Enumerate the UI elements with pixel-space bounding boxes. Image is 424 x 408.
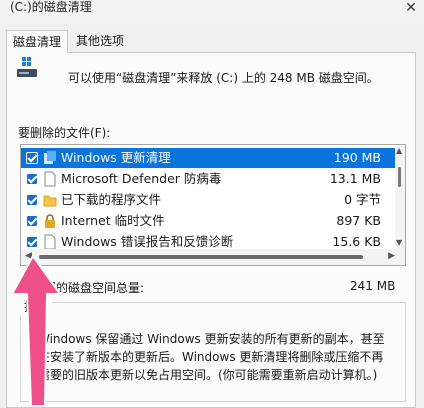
scroll-up-arrow-icon[interactable]: ▲ xyxy=(396,147,402,155)
checkbox[interactable] xyxy=(26,236,38,248)
files-listbox[interactable]: Windows 更新清理 190 MB Microsoft Defender 防… xyxy=(20,144,406,266)
item-name: 已下载的程序文件 xyxy=(61,192,162,207)
checkbox[interactable] xyxy=(26,173,38,185)
folder-icon xyxy=(43,195,57,207)
checkbox[interactable] xyxy=(26,215,38,227)
description-text: Windows 保留通过 Windows 更新安装的所有更新的副本，甚至在安装了… xyxy=(38,332,385,382)
windows-update-icon xyxy=(44,151,56,164)
horizontal-scrollbar[interactable]: ◀ ▶ xyxy=(21,249,405,265)
pointer-arrow-icon xyxy=(11,255,61,407)
lock-icon xyxy=(45,214,55,228)
close-button[interactable]: ✕ xyxy=(400,0,422,18)
total-space-value: 241 MB xyxy=(350,279,396,293)
item-size: 897 KB xyxy=(336,213,381,228)
checkbox[interactable] xyxy=(26,194,38,206)
checkbox[interactable] xyxy=(26,152,38,164)
item-name: Microsoft Defender 防病毒 xyxy=(61,171,222,186)
item-size: 190 MB xyxy=(333,150,381,165)
item-size: 0 字节 xyxy=(344,192,381,207)
tab-more-options[interactable]: 其他选项 xyxy=(70,30,130,52)
summary-text: 可以使用“磁盘清理”来释放 (C:) 上的 248 MB 磁盘空间。 xyxy=(68,71,379,85)
drive-icon xyxy=(17,57,37,77)
scroll-right-arrow-icon[interactable]: ▶ xyxy=(388,251,395,261)
document-icon xyxy=(44,171,56,187)
list-item[interactable]: 已下载的程序文件 0 字节 xyxy=(21,190,395,210)
scroll-down-arrow-icon[interactable]: ▼ xyxy=(396,239,402,247)
item-name: Internet 临时文件 xyxy=(61,213,165,228)
vertical-scroll-thumb[interactable] xyxy=(398,167,401,187)
list-item[interactable]: Microsoft Defender 防病毒 13.1 MB xyxy=(21,169,395,189)
title-bar: (C:)的磁盘清理 ✕ xyxy=(0,0,424,24)
horizontal-scroll-thumb[interactable] xyxy=(39,255,363,259)
tab-strip: 磁盘清理 其他选项 xyxy=(6,30,418,53)
item-size: 13.1 MB xyxy=(329,171,381,186)
vertical-scrollbar[interactable]: ▲ ▼ xyxy=(395,145,405,249)
item-name: Windows 更新清理 xyxy=(61,150,171,165)
list-item[interactable]: Internet 临时文件 897 KB xyxy=(21,211,395,231)
files-to-delete-label: 要删除的文件(F): xyxy=(18,126,111,140)
document-icon xyxy=(44,234,56,250)
list-item[interactable]: Windows 更新清理 190 MB xyxy=(21,148,395,168)
window-title: (C:)的磁盘清理 xyxy=(10,0,92,14)
tab-disk-cleanup[interactable]: 磁盘清理 xyxy=(6,30,69,53)
